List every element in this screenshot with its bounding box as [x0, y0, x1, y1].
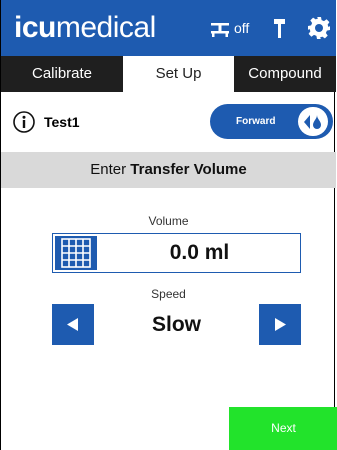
gear-icon[interactable]: [307, 16, 331, 40]
direction-toggle[interactable]: Forward: [210, 104, 333, 139]
speed-label: Speed: [151, 287, 186, 301]
arrow-right-icon: [275, 318, 286, 331]
speed-selector: Slow: [52, 304, 301, 345]
app-header: icumedical off: [1, 0, 336, 56]
section-header: Enter Transfer Volume: [1, 152, 336, 188]
toggle-knob: [298, 107, 328, 136]
direction-label: Forward: [236, 116, 276, 127]
pump-status-text: off: [234, 20, 250, 36]
volume-label: Volume: [148, 214, 189, 228]
next-button[interactable]: Next: [229, 407, 337, 450]
tab-compound[interactable]: Compound: [234, 56, 336, 92]
test-name: Test1: [44, 114, 80, 130]
speed-value: Slow: [151, 313, 201, 336]
droplets-icon: [304, 115, 321, 129]
section-title: Transfer Volume: [130, 161, 247, 178]
info-row: Test1 Forward: [1, 92, 336, 152]
tab-calibrate[interactable]: Calibrate: [1, 56, 123, 92]
pump-indicator-icon[interactable]: [209, 20, 231, 38]
keypad-button[interactable]: [55, 236, 97, 270]
speed-increase-button[interactable]: [259, 304, 301, 345]
app-frame: icumedical off Calibrate Set Up Compound…: [0, 0, 337, 450]
logo-light-text: medical: [55, 11, 156, 44]
tab-set-up[interactable]: Set Up: [123, 56, 234, 92]
volume-value: 0.0 ml: [169, 241, 230, 264]
keypad-icon: [61, 238, 91, 268]
volume-field[interactable]: 0.0 ml: [52, 233, 301, 273]
section-prefix: Enter: [90, 161, 131, 178]
arrow-left-icon: [67, 318, 78, 331]
speed-decrease-button[interactable]: [52, 304, 94, 345]
flag-icon[interactable]: [273, 17, 287, 39]
logo-bold-text: icu: [14, 11, 56, 44]
tab-bar: Calibrate Set Up Compound: [1, 56, 336, 92]
info-icon[interactable]: [13, 111, 35, 133]
brand-logo: icumedical: [14, 11, 156, 45]
